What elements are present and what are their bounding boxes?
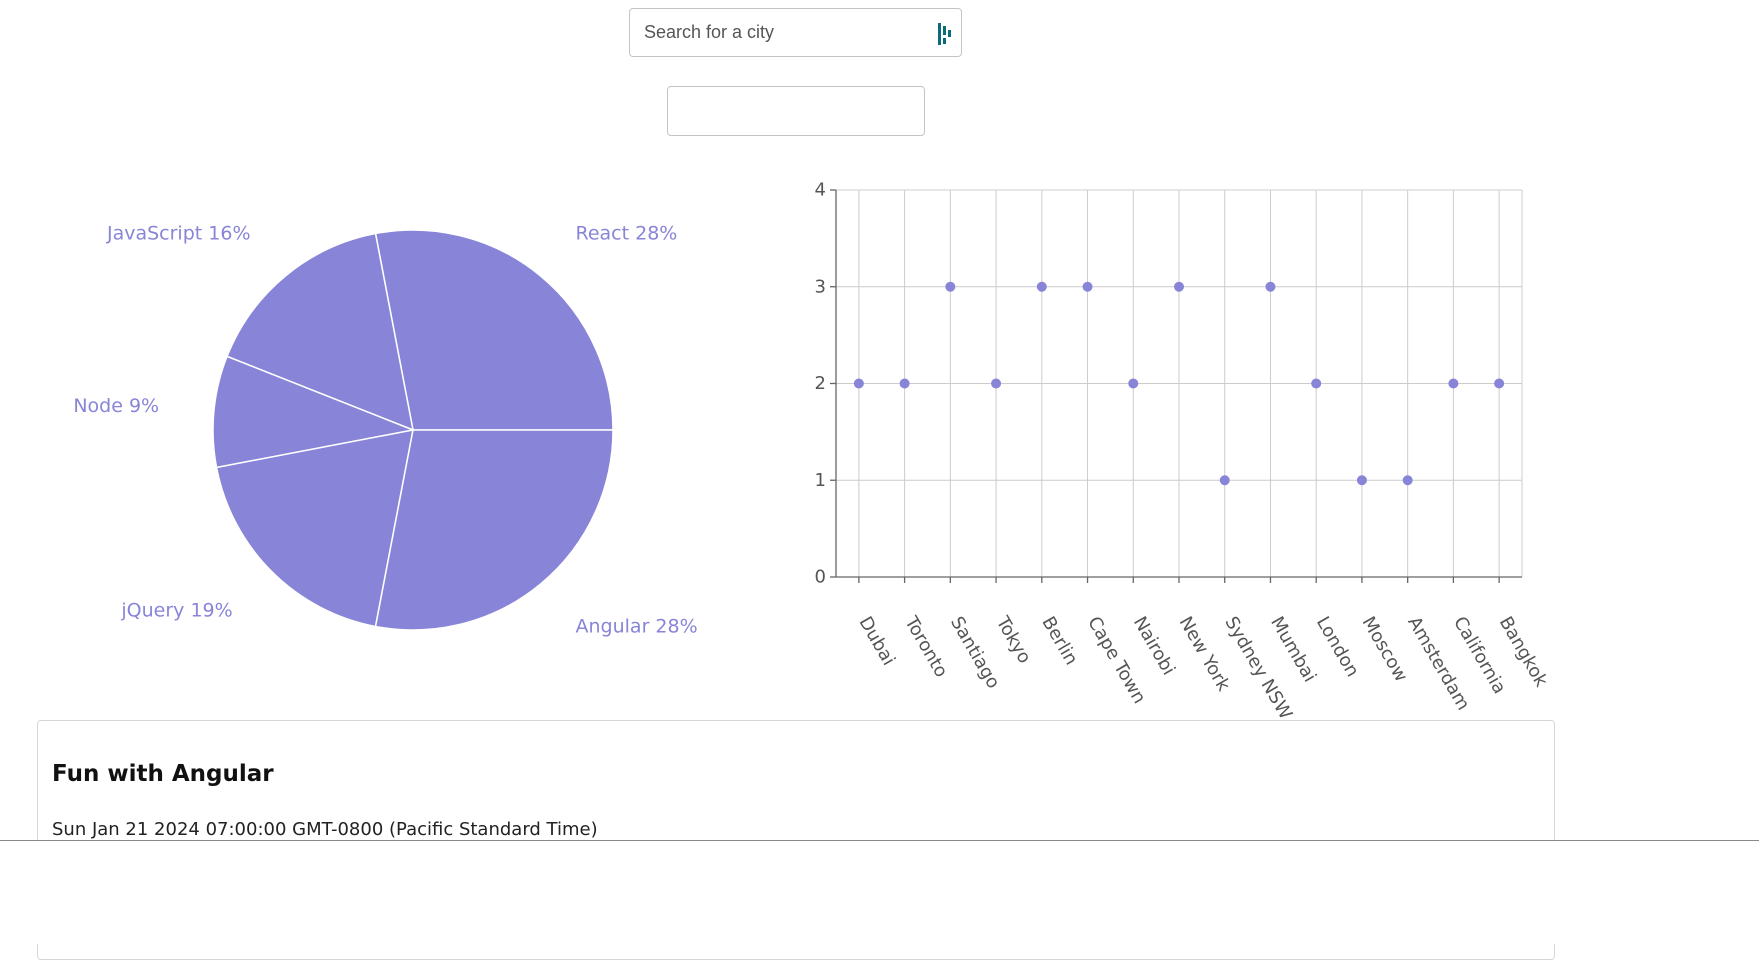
card-title: Fun with Angular [52, 761, 274, 787]
pie-label-angular: Angular 28% [576, 616, 698, 638]
secondary-input[interactable] [667, 86, 925, 136]
x-tick-label: London [1312, 613, 1363, 681]
x-tick-label: Berlin [1037, 613, 1081, 669]
scatter-point-new-york[interactable] [1174, 281, 1184, 292]
scatter-point-dubai[interactable] [853, 378, 864, 389]
scatter-chart: 01234Dubai TorontoSantiagoTokyo Berlin Cape… [815, 180, 1552, 724]
pie-slice-angular[interactable] [374, 429, 614, 631]
x-tick-label: Toronto [900, 612, 952, 681]
x-tick-label: Moscow [1358, 613, 1412, 685]
scatter-point-mumbai[interactable] [1265, 281, 1276, 292]
pie-label-react: React 28% [576, 223, 678, 245]
scatter-point-santiago[interactable] [945, 281, 956, 292]
x-tick-label: Tokyo [991, 612, 1035, 667]
autofill-icon[interactable] [936, 22, 956, 46]
pie-label-node: Node 9% [73, 395, 159, 417]
pie-label-javascript: JavaScript 16% [106, 223, 251, 245]
y-tick-label: 4 [815, 180, 826, 201]
scatter-point-california[interactable] [1448, 378, 1459, 389]
y-tick-label: 1 [815, 470, 826, 491]
city-search-input[interactable] [631, 10, 921, 55]
pie-label-jquery: jQuery 19% [120, 599, 232, 621]
scatter-point-london[interactable] [1311, 378, 1322, 389]
bottom-bar [0, 840, 1759, 944]
scatter-point-berlin[interactable] [1036, 281, 1047, 292]
scatter-point-toronto[interactable] [899, 378, 910, 389]
card-date: Sun Jan 21 2024 07:00:00 GMT-0800 (Pacif… [52, 819, 598, 840]
scatter-point-bangkok[interactable] [1494, 378, 1505, 389]
pie-chart: React 28% JavaScript 16% Node 9% jQuery 19%… [73, 223, 698, 638]
scatter-point-tokyo[interactable] [991, 378, 1002, 389]
scatter-point-cape-town[interactable] [1082, 281, 1093, 292]
pie-slice-react[interactable] [374, 229, 614, 431]
y-tick-label: 2 [815, 373, 826, 394]
scatter-point-moscow[interactable] [1356, 475, 1367, 486]
y-tick-label: 3 [815, 276, 826, 297]
scatter-point-amsterdam[interactable] [1402, 475, 1413, 486]
scatter-point-sydney-nsw[interactable] [1219, 475, 1230, 486]
x-tick-label: Dubai [855, 613, 900, 669]
scatter-point-nairobi[interactable] [1128, 378, 1139, 389]
city-search [629, 8, 962, 57]
x-tick-label: Nairobi [1129, 613, 1179, 679]
y-tick-label: 0 [815, 567, 826, 588]
